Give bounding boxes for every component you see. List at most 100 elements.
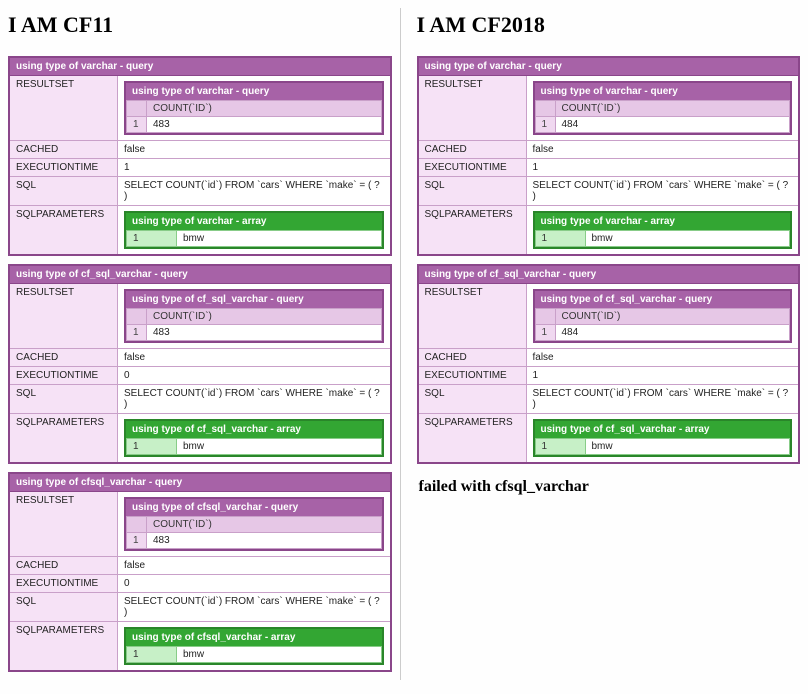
array-value: bmw bbox=[177, 647, 382, 663]
cf2018-dumps: using type of varchar - query RESULTSET … bbox=[417, 56, 801, 464]
label-cached: CACHED bbox=[10, 141, 118, 158]
label-resultset: RESULTSET bbox=[10, 492, 118, 556]
inner-row-index: 1 bbox=[127, 533, 147, 549]
cached-value: false bbox=[118, 349, 390, 366]
array-title: using type of cf_sql_varchar - array bbox=[126, 421, 382, 438]
cf2018-heading: I AM CF2018 bbox=[417, 12, 801, 38]
label-sqlparams: SQLPARAMETERS bbox=[10, 414, 118, 462]
cf2018-column: I AM CF2018 using type of varchar - quer… bbox=[417, 8, 801, 680]
cf11-column: I AM CF11 using type of varchar - query … bbox=[8, 8, 401, 680]
sqlparams-array: using type of cf_sql_varchar - array 1 b… bbox=[533, 419, 793, 457]
array-value: bmw bbox=[177, 231, 382, 247]
exectime-value: 0 bbox=[118, 367, 390, 384]
label-exectime: EXECUTIONTIME bbox=[419, 159, 527, 176]
label-exectime: EXECUTIONTIME bbox=[10, 367, 118, 384]
dump-title: using type of cfsql_varchar - query bbox=[10, 474, 390, 492]
inner-blank bbox=[127, 517, 147, 533]
sqlparams-cell: using type of varchar - array 1 bmw bbox=[118, 206, 390, 254]
array-value: bmw bbox=[177, 439, 382, 455]
inner-col-header: COUNT(`ID`) bbox=[555, 309, 790, 325]
inner-title: using type of cfsql_varchar - query bbox=[126, 499, 382, 516]
inner-value: 483 bbox=[147, 117, 382, 133]
sqlparams-array: using type of cfsql_varchar - array 1 bm… bbox=[124, 627, 384, 665]
sqlparams-array: using type of cf_sql_varchar - array 1 b… bbox=[124, 419, 384, 457]
label-cached: CACHED bbox=[10, 557, 118, 574]
array-title: using type of varchar - array bbox=[126, 213, 382, 230]
inner-col-header: COUNT(`ID`) bbox=[555, 101, 790, 117]
resultset-inner: using type of cf_sql_varchar - query COU… bbox=[533, 289, 793, 343]
resultset-cell: using type of varchar - query COUNT(`ID`… bbox=[118, 76, 390, 140]
label-resultset: RESULTSET bbox=[10, 284, 118, 348]
array-value: bmw bbox=[585, 231, 790, 247]
label-resultset: RESULTSET bbox=[419, 284, 527, 348]
sql-value: SELECT COUNT(`id`) FROM `cars` WHERE `ma… bbox=[527, 177, 799, 205]
resultset-cell: using type of cf_sql_varchar - query COU… bbox=[527, 284, 799, 348]
resultset-inner: using type of varchar - query COUNT(`ID`… bbox=[533, 81, 793, 135]
label-cached: CACHED bbox=[419, 349, 527, 366]
inner-value: 483 bbox=[147, 533, 382, 549]
inner-title: using type of cf_sql_varchar - query bbox=[535, 291, 791, 308]
inner-blank bbox=[127, 309, 147, 325]
sqlparams-cell: using type of cfsql_varchar - array 1 bm… bbox=[118, 622, 390, 670]
sqlparams-cell: using type of cf_sql_varchar - array 1 b… bbox=[118, 414, 390, 462]
dump-title: using type of varchar - query bbox=[10, 58, 390, 76]
sqlparams-array: using type of varchar - array 1 bmw bbox=[533, 211, 793, 249]
label-resultset: RESULTSET bbox=[10, 76, 118, 140]
inner-col-header: COUNT(`ID`) bbox=[147, 309, 382, 325]
label-exectime: EXECUTIONTIME bbox=[419, 367, 527, 384]
array-index: 1 bbox=[127, 439, 177, 455]
inner-col-header: COUNT(`ID`) bbox=[147, 101, 382, 117]
label-cached: CACHED bbox=[10, 349, 118, 366]
query-dump: using type of cf_sql_varchar - query RES… bbox=[417, 264, 801, 464]
query-dump: using type of varchar - query RESULTSET … bbox=[417, 56, 801, 256]
cached-value: false bbox=[118, 141, 390, 158]
array-value: bmw bbox=[585, 439, 790, 455]
sql-value: SELECT COUNT(`id`) FROM `cars` WHERE `ma… bbox=[118, 385, 390, 413]
inner-blank bbox=[127, 101, 147, 117]
inner-row-index: 1 bbox=[127, 325, 147, 341]
dump-title: using type of cf_sql_varchar - query bbox=[419, 266, 799, 284]
resultset-inner: using type of cfsql_varchar - query COUN… bbox=[124, 497, 384, 551]
exectime-value: 1 bbox=[527, 367, 799, 384]
inner-row-index: 1 bbox=[127, 117, 147, 133]
label-resultset: RESULTSET bbox=[419, 76, 527, 140]
inner-blank bbox=[535, 101, 555, 117]
resultset-cell: using type of cfsql_varchar - query COUN… bbox=[118, 492, 390, 556]
label-exectime: EXECUTIONTIME bbox=[10, 159, 118, 176]
query-dump: using type of cf_sql_varchar - query RES… bbox=[8, 264, 392, 464]
resultset-cell: using type of cf_sql_varchar - query COU… bbox=[118, 284, 390, 348]
array-index: 1 bbox=[127, 231, 177, 247]
query-dump: using type of cfsql_varchar - query RESU… bbox=[8, 472, 392, 672]
exectime-value: 1 bbox=[527, 159, 799, 176]
inner-value: 484 bbox=[555, 117, 790, 133]
array-index: 1 bbox=[127, 647, 177, 663]
cf11-dumps: using type of varchar - query RESULTSET … bbox=[8, 56, 392, 672]
array-title: using type of cfsql_varchar - array bbox=[126, 629, 382, 646]
label-sqlparams: SQLPARAMETERS bbox=[10, 206, 118, 254]
exectime-value: 1 bbox=[118, 159, 390, 176]
resultset-cell: using type of varchar - query COUNT(`ID`… bbox=[527, 76, 799, 140]
sql-value: SELECT COUNT(`id`) FROM `cars` WHERE `ma… bbox=[527, 385, 799, 413]
inner-title: using type of cf_sql_varchar - query bbox=[126, 291, 382, 308]
inner-title: using type of varchar - query bbox=[126, 83, 382, 100]
sql-value: SELECT COUNT(`id`) FROM `cars` WHERE `ma… bbox=[118, 177, 390, 205]
label-cached: CACHED bbox=[419, 141, 527, 158]
label-sqlparams: SQLPARAMETERS bbox=[419, 414, 527, 462]
cached-value: false bbox=[527, 349, 799, 366]
inner-title: using type of varchar - query bbox=[535, 83, 791, 100]
inner-value: 483 bbox=[147, 325, 382, 341]
sqlparams-array: using type of varchar - array 1 bmw bbox=[124, 211, 384, 249]
label-sql: SQL bbox=[10, 385, 118, 413]
query-dump: using type of varchar - query RESULTSET … bbox=[8, 56, 392, 256]
inner-row-index: 1 bbox=[535, 325, 555, 341]
array-title: using type of varchar - array bbox=[535, 213, 791, 230]
exectime-value: 0 bbox=[118, 575, 390, 592]
label-sql: SQL bbox=[419, 385, 527, 413]
dump-title: using type of varchar - query bbox=[419, 58, 799, 76]
label-sql: SQL bbox=[10, 593, 118, 621]
array-index: 1 bbox=[535, 231, 585, 247]
cf11-heading: I AM CF11 bbox=[8, 12, 392, 38]
inner-value: 484 bbox=[555, 325, 790, 341]
inner-col-header: COUNT(`ID`) bbox=[147, 517, 382, 533]
fail-message: failed with cfsql_varchar bbox=[419, 478, 801, 496]
